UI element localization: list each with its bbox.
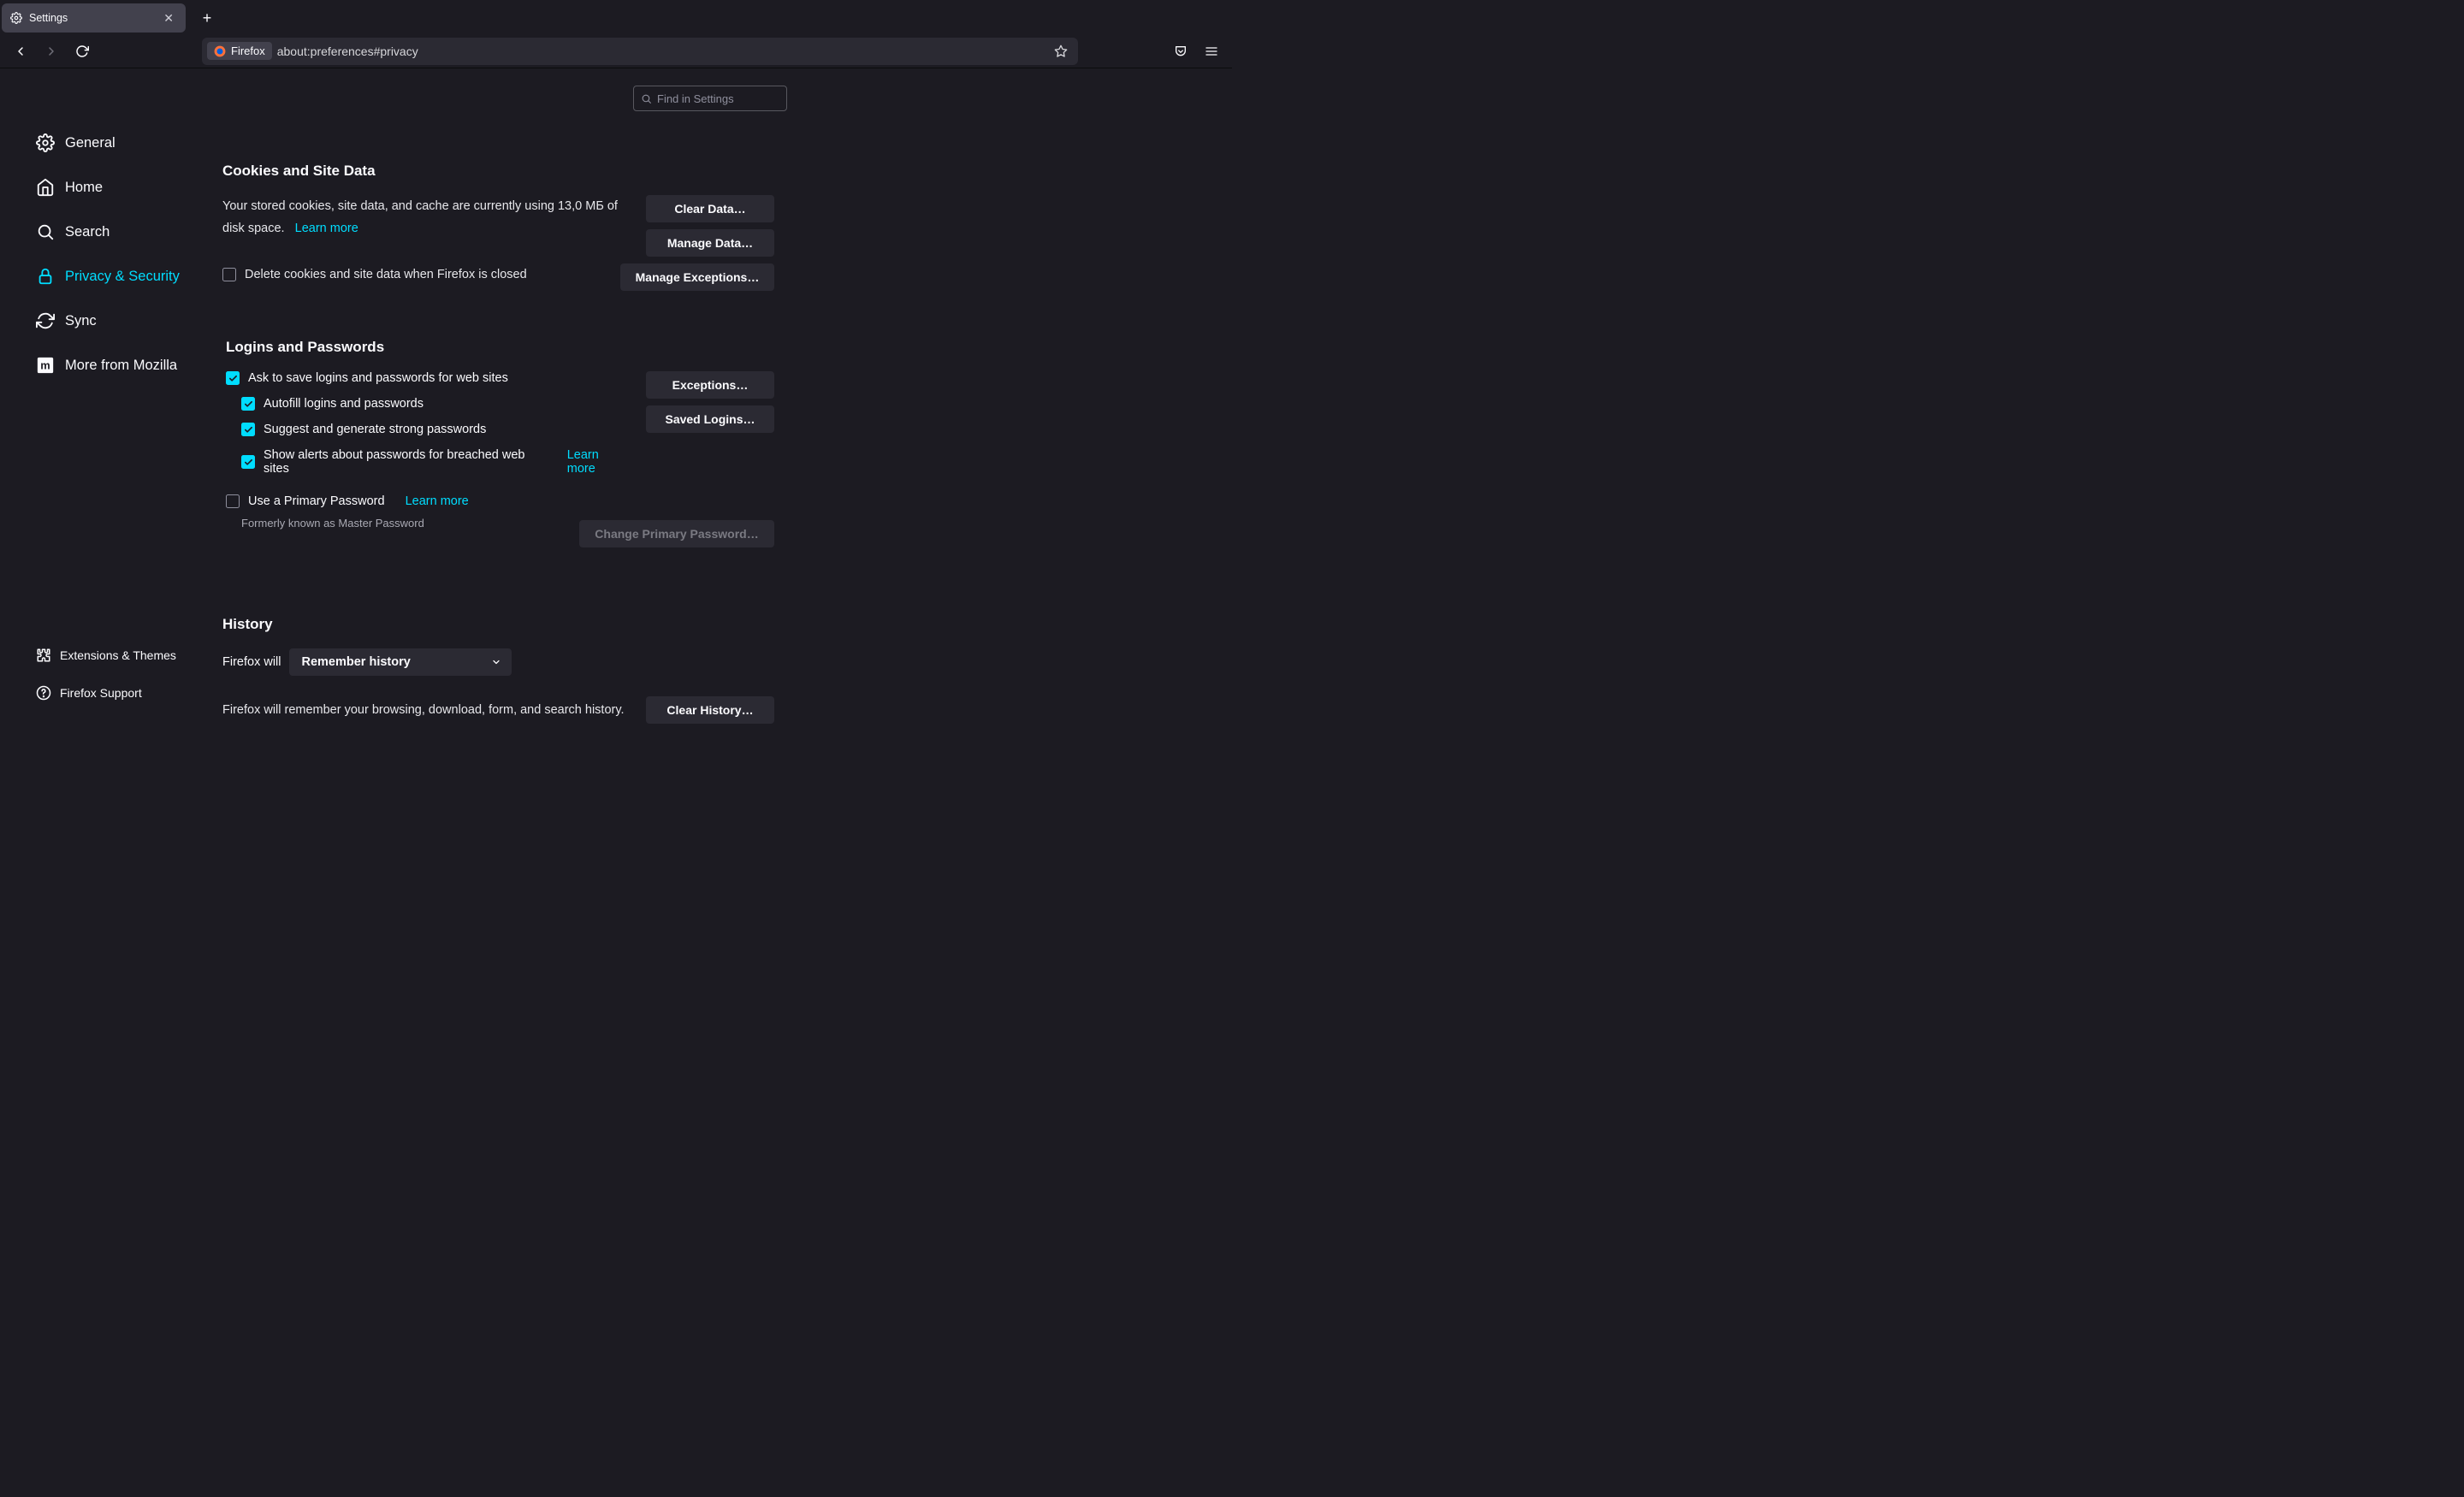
nav-toolbar: Firefox about:preferences#privacy (0, 34, 1232, 68)
checkbox-alerts[interactable] (241, 455, 255, 469)
checkbox-label: Suggest and generate strong passwords (264, 423, 486, 436)
search-icon (36, 222, 55, 241)
url-text: about:preferences#privacy (277, 44, 1049, 58)
section-heading: Logins and Passwords (226, 339, 774, 356)
clear-history-button[interactable]: Clear History… (646, 696, 774, 724)
sidebar-item-support[interactable]: Firefox Support (36, 680, 222, 706)
checkbox-label: Ask to save logins and passwords for web… (248, 371, 508, 385)
section-logins: Logins and Passwords Ask to save logins … (222, 339, 774, 547)
sidebar-item-sync[interactable]: Sync (36, 306, 222, 335)
cookies-desc: Your stored cookies, site data, and cach… (222, 199, 618, 235)
search-icon (641, 93, 652, 104)
primary-password-hint: Formerly known as Master Password (241, 517, 629, 530)
learn-more-link[interactable]: Learn more (295, 222, 358, 235)
sidebar-item-label: Extensions & Themes (60, 648, 176, 662)
sidebar-item-more-mozilla[interactable]: m More from Mozilla (36, 351, 222, 380)
checkbox-label: Autofill logins and passwords (264, 397, 424, 411)
tab-title: Settings (29, 12, 153, 24)
new-tab-button[interactable]: + (194, 5, 220, 31)
select-value: Remember history (301, 655, 410, 669)
pocket-icon[interactable] (1167, 38, 1194, 65)
history-label: Firefox will (222, 655, 281, 669)
section-heading: History (222, 616, 774, 633)
firefox-icon (214, 45, 226, 57)
back-button[interactable] (7, 38, 34, 65)
sidebar-item-search[interactable]: Search (36, 217, 222, 246)
section-heading: Cookies and Site Data (222, 163, 774, 180)
change-primary-password-button: Change Primary Password… (579, 520, 774, 547)
gear-icon (36, 133, 55, 152)
url-bar[interactable]: Firefox about:preferences#privacy (202, 38, 1078, 65)
mozilla-icon: m (36, 356, 55, 375)
browser-tab[interactable]: Settings ✕ (2, 3, 186, 33)
bookmark-star-icon[interactable] (1049, 44, 1073, 58)
checkbox-ask-save[interactable] (226, 371, 240, 385)
sidebar-item-label: More from Mozilla (65, 358, 177, 374)
sidebar-item-label: Privacy & Security (65, 269, 180, 285)
forward-button[interactable] (38, 38, 65, 65)
exceptions-button[interactable]: Exceptions… (646, 371, 774, 399)
settings-sidebar: General Home Search Privacy & Security (0, 68, 222, 748)
sidebar-item-privacy[interactable]: Privacy & Security (36, 262, 222, 291)
menu-icon[interactable] (1198, 38, 1225, 65)
checkbox-label: Show alerts about passwords for breached… (264, 448, 547, 476)
identity-box[interactable]: Firefox (207, 42, 272, 60)
history-desc: Firefox will remember your browsing, dow… (222, 703, 629, 717)
sidebar-item-label: Firefox Support (60, 686, 142, 700)
manage-exceptions-button[interactable]: Manage Exceptions… (620, 263, 774, 291)
saved-logins-button[interactable]: Saved Logins… (646, 405, 774, 433)
close-icon[interactable]: ✕ (160, 9, 177, 27)
chevron-down-icon (491, 657, 501, 667)
checkbox-label: Delete cookies and site data when Firefo… (245, 263, 527, 286)
checkbox-delete-on-close[interactable] (222, 268, 236, 281)
sidebar-item-label: General (65, 135, 116, 151)
checkbox-primary-password[interactable] (226, 494, 240, 508)
settings-search[interactable] (633, 86, 787, 111)
sidebar-item-label: Search (65, 224, 110, 240)
history-mode-select[interactable]: Remember history (289, 648, 512, 676)
sidebar-item-label: Sync (65, 313, 97, 329)
svg-text:m: m (40, 359, 50, 372)
checkbox-label: Use a Primary Password (248, 494, 385, 508)
lock-icon (36, 267, 55, 286)
puzzle-icon (36, 648, 51, 663)
learn-more-link[interactable]: Learn more (567, 448, 629, 476)
identity-label: Firefox (231, 44, 265, 57)
home-icon (36, 178, 55, 197)
sidebar-item-extensions[interactable]: Extensions & Themes (36, 642, 222, 668)
sidebar-item-label: Home (65, 180, 103, 196)
sidebar-item-home[interactable]: Home (36, 173, 222, 202)
section-history: History Firefox will Remember history Fi… (222, 616, 774, 724)
manage-data-button[interactable]: Manage Data… (646, 229, 774, 257)
checkbox-autofill[interactable] (241, 397, 255, 411)
reload-button[interactable] (68, 38, 96, 65)
tab-bar: Settings ✕ + (0, 0, 1232, 34)
learn-more-link[interactable]: Learn more (406, 494, 469, 508)
gear-icon (10, 12, 22, 24)
sidebar-item-general[interactable]: General (36, 128, 222, 157)
settings-main: Cookies and Site Data Your stored cookie… (222, 68, 1232, 748)
checkbox-suggest[interactable] (241, 423, 255, 436)
sync-icon (36, 311, 55, 330)
help-icon (36, 685, 51, 701)
section-cookies: Cookies and Site Data Your stored cookie… (222, 163, 774, 291)
settings-search-input[interactable] (657, 92, 779, 105)
clear-data-button[interactable]: Clear Data… (646, 195, 774, 222)
